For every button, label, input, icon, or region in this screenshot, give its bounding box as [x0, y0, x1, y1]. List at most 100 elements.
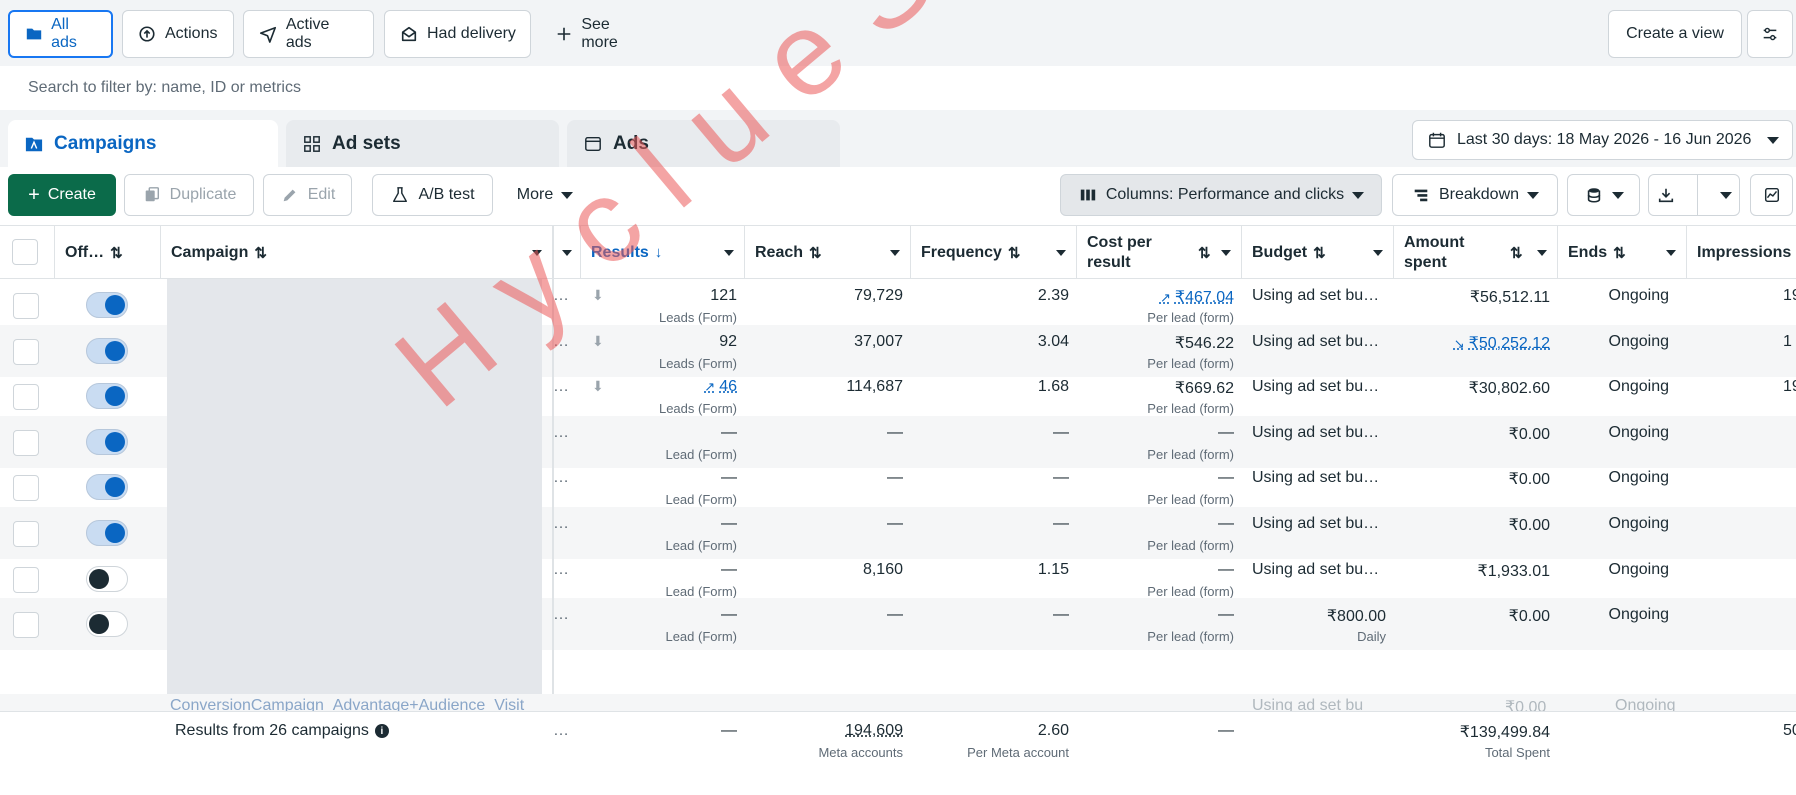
cost-value: — [1218, 561, 1234, 578]
results-sub: Leads (Form) [659, 310, 737, 325]
export-button[interactable] [1648, 174, 1740, 216]
chevron-down-icon [1221, 250, 1231, 256]
ends-value: Ongoing [1609, 378, 1670, 396]
on-off-toggle[interactable] [86, 520, 128, 546]
on-off-toggle[interactable] [86, 429, 128, 455]
totals-label-text: Results from 26 campaigns [175, 722, 369, 740]
on-off-toggle[interactable] [86, 611, 128, 637]
results-cell: ↗ 46 Leads (Form) [581, 370, 745, 422]
columns-icon [1078, 185, 1098, 205]
on-off-toggle[interactable] [86, 383, 128, 409]
spent-value: ₹0.00 [1509, 471, 1550, 488]
results-cell: — Lead (Form) [581, 507, 745, 559]
tab-label: Ads [613, 133, 649, 155]
create-button[interactable]: + Create [8, 174, 116, 216]
on-off-toggle[interactable] [86, 474, 128, 500]
filter-chip-actions[interactable]: Actions [122, 10, 234, 58]
see-more-button[interactable]: See more [540, 10, 660, 58]
frequency-value: 1.68 [1038, 378, 1069, 396]
frequency-value: — [1053, 424, 1069, 442]
ends-cell: Ongoing [1558, 598, 1687, 650]
column-header-frequency[interactable]: Frequency ⇅ [911, 226, 1077, 279]
row-checkbox[interactable] [13, 384, 39, 410]
charts-button[interactable] [1750, 174, 1793, 216]
breakdown-button[interactable]: Breakdown [1392, 174, 1558, 216]
database-icon [1584, 185, 1604, 205]
column-header-ends[interactable]: Ends ⇅ [1558, 226, 1687, 279]
campaign-name-link[interactable]: ConversionCampaign_Advantage+Audience_Vi… [170, 697, 524, 711]
on-off-toggle[interactable] [86, 338, 128, 364]
search-input[interactable] [28, 79, 1792, 97]
reach-value: 37,007 [854, 333, 903, 351]
tab-campaigns[interactable]: Campaigns [8, 120, 278, 167]
filter-search-bar[interactable] [8, 68, 1792, 108]
filter-chip-active-ads[interactable]: Active ads [243, 10, 374, 58]
table-row-partial: ConversionCampaign_Advantage+Audience_Vi… [0, 694, 1796, 711]
results-value: — [721, 424, 737, 441]
reach-value: — [887, 515, 903, 533]
duplicate-label: Duplicate [170, 186, 237, 204]
more-dots: … [553, 515, 569, 533]
impressions-cell [1687, 598, 1796, 650]
row-checkbox[interactable] [13, 430, 39, 456]
ab-test-button[interactable]: A/B test [372, 174, 493, 216]
ends-value: Ongoing [1609, 515, 1670, 533]
frequency-cell: — [911, 461, 1077, 513]
info-icon[interactable]: i [375, 724, 389, 738]
total-spent: ₹139,499.84 [1394, 722, 1558, 742]
column-header-reach[interactable]: Reach ⇅ [745, 226, 911, 279]
date-range-picker[interactable]: Last 30 days: 18 May 2026 - 16 Jun 2026 [1412, 120, 1793, 160]
results-cell: — Lead (Form) [581, 461, 745, 513]
column-header-impressions[interactable]: Impressions [1687, 226, 1796, 279]
on-off-toggle[interactable] [86, 566, 128, 592]
upload-circle-icon [137, 24, 157, 44]
chevron-down-icon [1666, 250, 1676, 256]
more-dots: … [553, 469, 569, 487]
frequency-value: — [1053, 469, 1069, 487]
row-checkbox[interactable] [13, 521, 39, 547]
cost-per-result-cell: ↗ ₹467.04 Per lead (form) [1077, 279, 1242, 331]
more-dots: … [553, 561, 569, 579]
tab-ads[interactable]: Ads [567, 120, 840, 167]
row-checkbox[interactable] [13, 567, 39, 593]
column-header-results[interactable]: Results ↓ [581, 226, 745, 279]
create-view-button[interactable]: Create a view [1608, 10, 1742, 58]
row-checkbox[interactable] [13, 339, 39, 365]
results-cell: — Lead (Form) [581, 598, 745, 650]
column-header-campaign[interactable]: Campaign ⇅ [161, 226, 553, 279]
trend-up-icon: ↗ [1160, 290, 1171, 305]
row-checkbox[interactable] [13, 293, 39, 319]
frequency-cell: 2.39 [911, 279, 1077, 331]
ends-cell: Ongoing [1558, 461, 1687, 513]
tab-ad-sets[interactable]: Ad sets [286, 120, 559, 167]
select-all-checkbox[interactable] [12, 239, 38, 265]
row-checkbox[interactable] [13, 612, 39, 638]
on-off-toggle[interactable] [86, 292, 128, 318]
column-header-amount-spent[interactable]: Amount spent ⇅ [1394, 226, 1558, 279]
column-header-cost-per-result[interactable]: Cost per result ⇅ [1077, 226, 1242, 279]
column-header-off[interactable]: Off… ⇅ [55, 226, 161, 279]
filter-chip-all-ads[interactable]: All ads [8, 10, 113, 58]
reports-button[interactable] [1567, 174, 1640, 216]
row-checkbox[interactable] [13, 475, 39, 501]
results-sub: Lead (Form) [665, 538, 737, 553]
view-settings-button[interactable] [1747, 10, 1793, 58]
column-label: Campaign [171, 243, 248, 263]
chevron-down-icon [724, 250, 734, 256]
cost-value: ₹669.62 [1175, 380, 1234, 397]
filter-chip-had-delivery[interactable]: Had delivery [384, 10, 531, 58]
ends-value: Ongoing [1609, 424, 1670, 442]
sort-icon: ⇅ [1510, 244, 1523, 262]
impressions-value: 19 [1783, 378, 1796, 396]
columns-button[interactable]: Columns: Performance and clicks [1060, 174, 1382, 216]
results-value: — [721, 606, 737, 623]
column-header-budget[interactable]: Budget ⇅ [1242, 226, 1394, 279]
more-button[interactable]: More [507, 174, 583, 216]
more-dots: … [553, 722, 569, 740]
edit-button[interactable]: Edit [263, 174, 352, 216]
duplicate-button[interactable]: Duplicate [124, 174, 254, 216]
total-results: — [581, 722, 745, 740]
column-header-delivery[interactable] [553, 226, 581, 279]
impressions-cell [1687, 461, 1796, 513]
sort-icon: ⇅ [809, 244, 822, 262]
